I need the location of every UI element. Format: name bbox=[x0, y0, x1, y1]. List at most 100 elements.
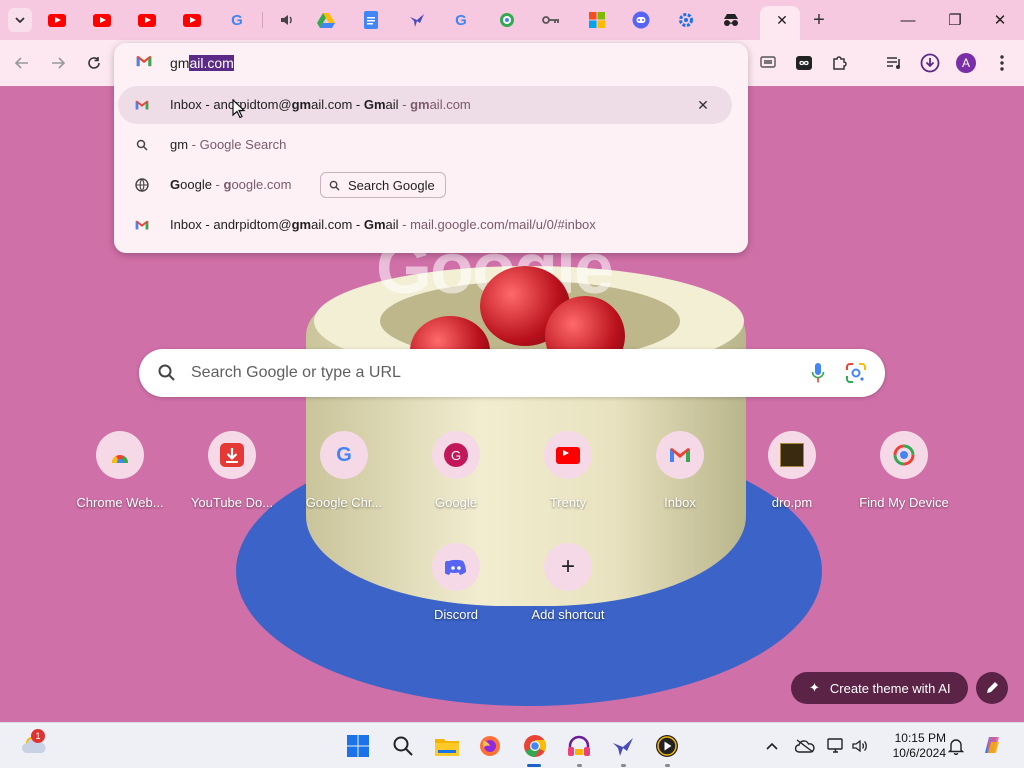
shortcut-google[interactable]: G Google bbox=[406, 431, 506, 531]
shortcut-label: Google Chr... bbox=[305, 495, 383, 510]
start-button[interactable] bbox=[344, 732, 372, 760]
tab-strip: G G ✕ + — ❐ ✕ bbox=[0, 0, 1024, 40]
shortcut-label: dro.pm bbox=[771, 495, 813, 510]
shortcut-inbox[interactable]: Inbox bbox=[630, 431, 730, 531]
reload-button[interactable] bbox=[81, 50, 107, 76]
google-drive-icon bbox=[317, 13, 335, 28]
suggestion-url-part: ail.com bbox=[429, 97, 471, 112]
profile-button[interactable]: A bbox=[954, 51, 978, 75]
bird-icon bbox=[410, 14, 424, 27]
minimize-button[interactable]: — bbox=[896, 8, 920, 32]
shortcut-dro-pm[interactable]: dro.pm bbox=[742, 431, 842, 531]
youtube-icon bbox=[48, 13, 66, 27]
tab-google-drive[interactable] bbox=[316, 10, 336, 30]
notifications-button[interactable] bbox=[946, 736, 966, 756]
forward-button[interactable] bbox=[45, 50, 71, 76]
chrome-menu-button[interactable] bbox=[990, 51, 1014, 75]
google-icon: G bbox=[455, 11, 467, 29]
search-google-chip[interactable]: Search Google bbox=[320, 172, 446, 198]
create-theme-button[interactable]: ✦ Create theme with AI bbox=[791, 672, 968, 704]
copilot-button[interactable] bbox=[980, 733, 1004, 757]
shortcut-tile bbox=[768, 431, 816, 479]
taskbar-chrome[interactable] bbox=[521, 732, 549, 760]
ntp-search-placeholder: Search Google or type a URL bbox=[191, 364, 401, 381]
shortcut-find-my-device[interactable]: Find My Device bbox=[854, 431, 954, 531]
extension-infinity-button[interactable] bbox=[792, 51, 816, 75]
gmail-icon bbox=[136, 55, 152, 70]
gmail-icon bbox=[670, 448, 690, 462]
shortcut-letter: G bbox=[450, 447, 462, 463]
tab-google-docs[interactable] bbox=[361, 10, 381, 30]
ntp-search-box[interactable]: Search Google or type a URL bbox=[139, 349, 885, 397]
omnibox-suggestion-gmail-history[interactable]: Inbox - andrpidtom@gmail.com - Gmail - m… bbox=[118, 206, 732, 244]
suggestion-match: Gm bbox=[363, 217, 386, 232]
taskbar-clock[interactable]: 10:15 PM 10/6/2024 bbox=[876, 731, 946, 761]
shortcut-youtube-downloader[interactable]: YouTube Do... bbox=[182, 431, 282, 531]
shortcut-chrome-web-store[interactable]: Chrome Web... bbox=[70, 431, 170, 531]
suggestion-text-part: Inbox - andrpidtom@ bbox=[170, 97, 292, 112]
tab-youtube-1[interactable] bbox=[47, 10, 67, 30]
bird-icon bbox=[613, 738, 633, 756]
customize-chrome-button[interactable] bbox=[976, 672, 1008, 704]
omnibox-suggestion-gmail-inbox[interactable]: Inbox - andrpidtom@gmail.com - Gmail - g… bbox=[118, 86, 732, 124]
omnibox-input[interactable]: gmail.com bbox=[114, 43, 748, 83]
shortcut-label: Trenty bbox=[549, 495, 587, 510]
firefox-icon bbox=[480, 736, 500, 756]
tab-settings[interactable] bbox=[676, 10, 696, 30]
tab-youtube-2[interactable] bbox=[92, 10, 112, 30]
shortcut-google-chrome[interactable]: G Google Chr... bbox=[294, 431, 394, 531]
downloads-button[interactable] bbox=[918, 51, 942, 75]
tab-find-my-device[interactable] bbox=[497, 10, 517, 30]
active-app-indicator bbox=[527, 764, 541, 767]
settings-gear-icon bbox=[679, 13, 693, 27]
show-hidden-icons-button[interactable] bbox=[762, 736, 782, 756]
tab-google-1[interactable]: G bbox=[227, 10, 247, 30]
tab-discord[interactable] bbox=[631, 10, 651, 30]
omnibox-suggestion-google-search[interactable]: gm - Google Search bbox=[118, 126, 732, 164]
taskbar-audio-app[interactable] bbox=[565, 732, 593, 760]
restore-button[interactable]: ❐ bbox=[943, 8, 967, 32]
tab-audio[interactable] bbox=[277, 10, 297, 30]
omnibox-suggestion-google-com[interactable]: Google - google.com Search Google bbox=[118, 166, 732, 204]
taskbar-firefox[interactable] bbox=[476, 732, 504, 760]
close-window-button[interactable]: ✕ bbox=[988, 8, 1012, 32]
tab-youtube-3[interactable] bbox=[137, 10, 157, 30]
taskbar-media-player[interactable] bbox=[653, 732, 681, 760]
back-button[interactable] bbox=[9, 50, 35, 76]
tab-incognito[interactable] bbox=[721, 10, 741, 30]
plus-icon: + bbox=[813, 8, 825, 31]
shortcut-tile: G bbox=[432, 431, 480, 479]
tab-youtube-4[interactable] bbox=[182, 10, 202, 30]
volume-tray[interactable] bbox=[850, 736, 870, 756]
tab-close-button[interactable]: ✕ bbox=[773, 11, 791, 29]
search-icon bbox=[393, 736, 413, 756]
add-shortcut-button[interactable]: + Add shortcut bbox=[518, 543, 618, 643]
pencil-icon bbox=[987, 682, 998, 693]
shortcut-trenty[interactable]: Trenty bbox=[518, 431, 618, 531]
taskbar-bird-app[interactable] bbox=[609, 732, 637, 760]
taskbar-file-explorer[interactable] bbox=[433, 732, 461, 760]
tab-passwords[interactable] bbox=[541, 10, 561, 30]
omnibox-text[interactable]: gmail.com bbox=[170, 55, 234, 71]
shortcut-tile bbox=[544, 431, 592, 479]
cast-button[interactable] bbox=[756, 51, 780, 75]
media-controls-button[interactable] bbox=[882, 51, 906, 75]
onedrive-tray[interactable] bbox=[795, 736, 815, 756]
tab-search-button[interactable] bbox=[8, 8, 32, 32]
microphone-icon[interactable] bbox=[811, 362, 825, 384]
chevron-down-icon bbox=[15, 17, 25, 23]
shortcut-label: Inbox bbox=[664, 495, 696, 510]
network-tray[interactable] bbox=[826, 736, 846, 756]
create-theme-label: Create theme with AI bbox=[829, 680, 951, 696]
suggestion-url-part: - bbox=[398, 97, 411, 112]
new-tab-button[interactable]: + bbox=[808, 9, 830, 31]
shortcut-discord[interactable]: Discord bbox=[406, 543, 506, 643]
shortcut-tile: G bbox=[320, 431, 368, 479]
tab-microsoft[interactable] bbox=[587, 10, 607, 30]
tab-google-2[interactable]: G bbox=[451, 10, 471, 30]
extensions-button[interactable] bbox=[828, 51, 852, 75]
google-lens-icon[interactable] bbox=[845, 362, 867, 384]
remove-suggestion-button[interactable]: ✕ bbox=[694, 96, 712, 114]
taskbar-search-button[interactable] bbox=[389, 732, 417, 760]
tab-bird-app[interactable] bbox=[407, 10, 427, 30]
